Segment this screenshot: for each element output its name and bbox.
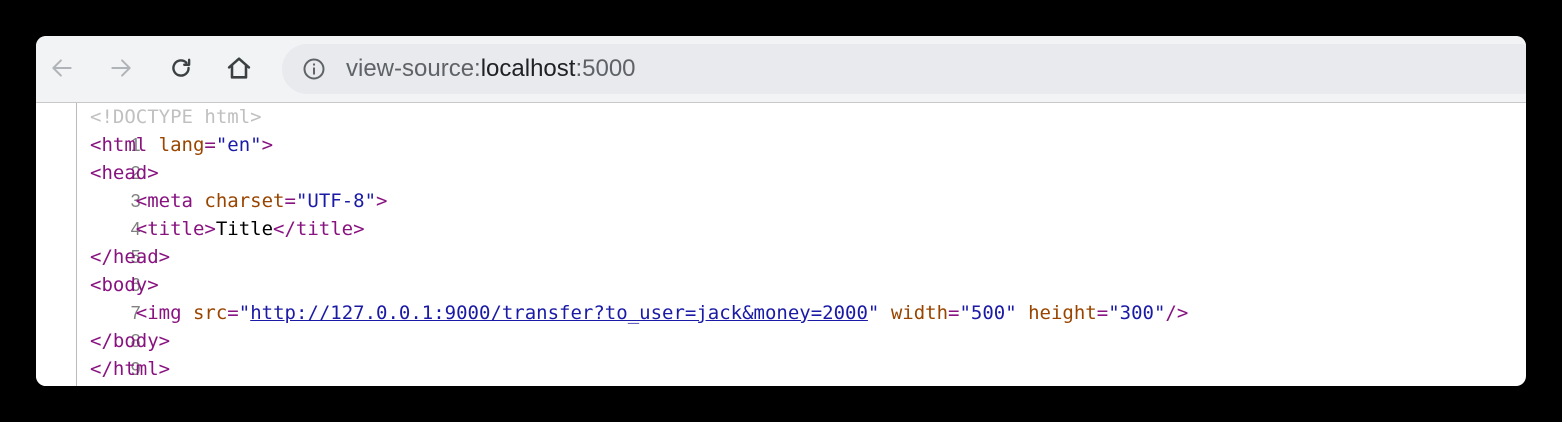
- tag: </title>: [273, 218, 365, 240]
- source-line-8: 8 <img src="http://127.0.0.1:9000/transf…: [36, 299, 1189, 351]
- source-line-3: 3 <head>: [36, 159, 159, 211]
- tag: </html>: [90, 358, 171, 380]
- info-icon[interactable]: [302, 57, 326, 81]
- address-bar[interactable]: view-source:localhost:5000: [282, 44, 1526, 94]
- tag: <title>: [135, 218, 216, 240]
- tag: <meta: [135, 190, 193, 212]
- forward-button[interactable]: [103, 50, 139, 86]
- source-line-5: 5 <title>Title</title>: [36, 215, 365, 267]
- url-host: localhost: [480, 55, 576, 82]
- browser-toolbar: view-source:localhost:5000: [36, 36, 1526, 103]
- source-line-1: 1 <!DOCTYPE html>: [36, 103, 262, 155]
- back-button[interactable]: [44, 50, 80, 86]
- tag: <body>: [90, 274, 159, 296]
- source-line-9: 9 </body>: [36, 327, 170, 379]
- arrow-right-icon: [111, 59, 131, 77]
- source-line-2: 2 <html lang="en">: [36, 131, 273, 183]
- source-line-10: 10 </html>: [36, 355, 170, 386]
- tag: >: [376, 190, 388, 212]
- home-button[interactable]: [221, 50, 257, 86]
- source-line-4: 4 <meta charset="UTF-8">: [36, 187, 388, 239]
- line-number: 10: [105, 383, 147, 386]
- attribute-name: charset: [192, 190, 285, 212]
- equals: =: [204, 134, 216, 156]
- attribute-name: height: [1016, 302, 1097, 324]
- tag: />: [1165, 302, 1189, 324]
- home-icon: [227, 57, 251, 79]
- source-link[interactable]: http://127.0.0.1:9000/transfer?to_user=j…: [250, 302, 868, 324]
- source-view: 1 <!DOCTYPE html> 2 <html lang="en"> 3 <…: [36, 103, 1526, 386]
- quote: ": [238, 302, 251, 324]
- reload-icon: [172, 58, 191, 77]
- attribute-name: src: [181, 302, 228, 324]
- text-node: Title: [215, 218, 274, 240]
- url-port: :5000: [575, 55, 636, 82]
- tag: <html: [90, 134, 148, 156]
- url-scheme: view-source:: [346, 55, 481, 82]
- attribute-value: "UTF-8": [295, 190, 377, 212]
- source-line-7: 7 <body>: [36, 271, 159, 323]
- reload-button[interactable]: [163, 50, 199, 86]
- attribute-value: "500": [959, 302, 1017, 324]
- attribute-value: "en": [215, 134, 262, 156]
- tag: <img: [135, 302, 182, 324]
- source-line-6: 6 </head>: [36, 243, 170, 295]
- tag: <head>: [90, 162, 159, 184]
- equals: =: [1096, 302, 1109, 324]
- url-text[interactable]: view-source:localhost:5000: [346, 44, 636, 94]
- attribute-name: width: [879, 302, 949, 324]
- attribute-name: lang: [147, 134, 205, 156]
- attribute-value: "300": [1108, 302, 1166, 324]
- tag: >: [261, 134, 274, 156]
- equals: =: [227, 302, 239, 324]
- browser-window: view-source:localhost:5000 1 <!DOCTYPE h…: [36, 36, 1526, 386]
- quote: ": [867, 302, 880, 324]
- tag: </head>: [90, 246, 171, 268]
- tag: </body>: [90, 330, 171, 352]
- equals: =: [284, 190, 296, 212]
- doctype: <!DOCTYPE html>: [90, 106, 262, 128]
- arrow-left-icon: [52, 59, 72, 77]
- equals: =: [948, 302, 960, 324]
